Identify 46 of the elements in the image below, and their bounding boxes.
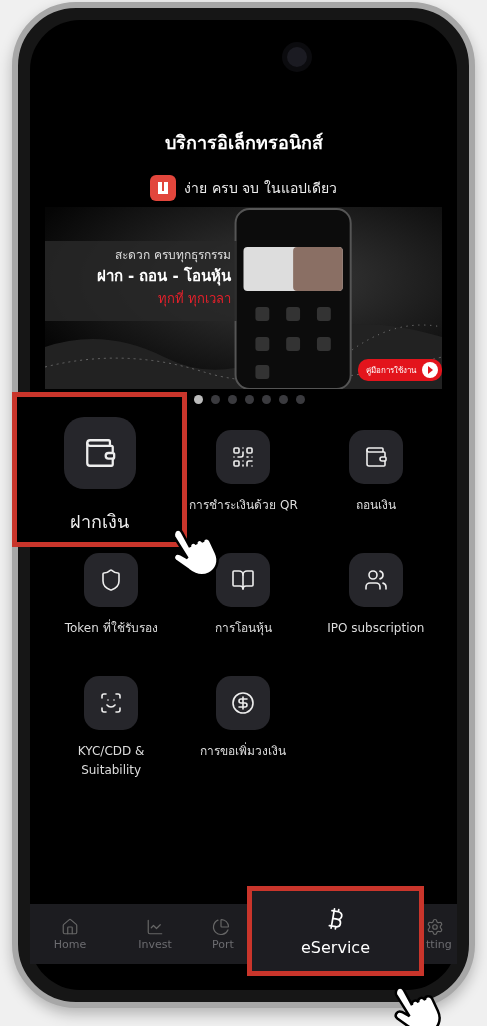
service-label: ถอนเงิน — [355, 497, 396, 514]
carousel-dot[interactable] — [194, 395, 203, 404]
service-icon-tile[interactable] — [348, 553, 403, 607]
service-label: Token ที่ใช้รับรอง — [64, 619, 158, 637]
nav-tab[interactable]: eService — [247, 886, 424, 976]
banner-subheadline: ฝาก - ถอน - โอนหุ้น — [96, 266, 231, 288]
book-icon — [231, 568, 256, 592]
wallet-icon — [363, 445, 388, 469]
qr-code-icon — [231, 445, 256, 469]
service-icon-tile[interactable] — [348, 430, 403, 484]
service-label: IPO subscription — [327, 620, 425, 637]
service-icon-tile[interactable] — [84, 676, 139, 730]
carousel-dot[interactable] — [279, 395, 288, 404]
pie-chart-icon — [212, 917, 230, 936]
banner-slogan: ทุกที่ ทุกเวลา — [157, 289, 231, 309]
tagline: ง่าย ครบ จบ ในแอปเดียว — [184, 179, 337, 198]
nav-tab[interactable]: tting — [426, 937, 452, 951]
nav-tab[interactable]: Invest — [138, 937, 172, 951]
settings-icon — [426, 917, 444, 936]
carousel-dot[interactable] — [245, 395, 254, 404]
home-icon — [61, 917, 79, 936]
guide-button[interactable]: คู่มือการใช้งาน — [358, 359, 442, 381]
page-title: บริการอิเล็กทรอนิกส์ — [163, 130, 324, 155]
service-label: KYC/CDD & Suitability — [76, 743, 146, 780]
service-icon-tile[interactable] — [216, 430, 271, 484]
nav-tab[interactable]: Home — [53, 937, 87, 951]
service-icon-tile[interactable] — [84, 553, 139, 607]
service-icon-tile[interactable] — [216, 676, 271, 730]
service-label: การชำระเงินด้วย QR — [189, 497, 298, 514]
face-scan-icon — [99, 691, 124, 715]
service-icon-tile[interactable] — [216, 553, 271, 607]
people-icon — [363, 568, 388, 592]
service-label: การโอนหุ้น — [215, 620, 272, 638]
carousel-dot[interactable] — [262, 395, 271, 404]
carousel-dot[interactable] — [211, 395, 220, 404]
app-logo-icon — [150, 175, 177, 201]
service-label: ฝากเงิน — [70, 510, 129, 534]
banner-headline: สะดวก ครบทุกธุรกรรม — [115, 247, 231, 264]
dollar-coin-icon — [231, 691, 256, 715]
service-label: การขอเพิ่มวงเงิน — [200, 742, 287, 760]
carousel-dot[interactable] — [228, 395, 237, 404]
highlight-callout[interactable]: ฝากเงิน — [12, 392, 187, 547]
chart-icon — [146, 917, 164, 936]
carousel-dot[interactable] — [296, 395, 305, 404]
nav-tab[interactable]: Port — [212, 937, 234, 951]
camera-icon — [282, 42, 312, 72]
